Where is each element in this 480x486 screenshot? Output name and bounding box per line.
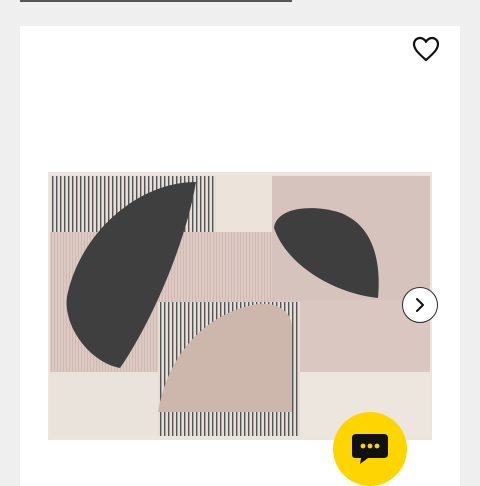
top-strip bbox=[0, 0, 480, 24]
product-image bbox=[48, 172, 432, 440]
chat-button[interactable] bbox=[333, 412, 407, 486]
favourite-button[interactable] bbox=[408, 32, 444, 66]
heart-outline-icon bbox=[412, 36, 440, 62]
top-link-underline bbox=[20, 0, 292, 2]
chevron-right-icon bbox=[416, 298, 424, 312]
chat-bubble-icon bbox=[352, 434, 388, 464]
next-image-button[interactable] bbox=[402, 287, 438, 323]
